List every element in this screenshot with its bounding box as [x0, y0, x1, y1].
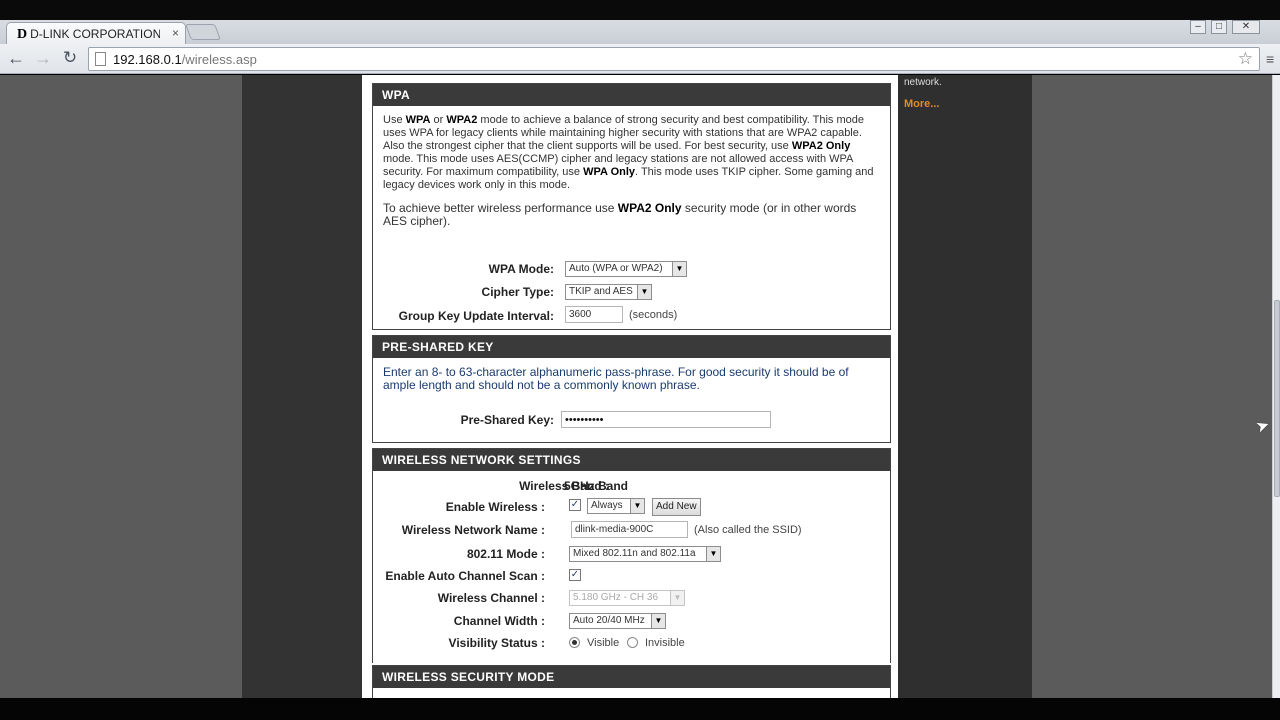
psk-label: Pre-Shared Key:	[460, 413, 554, 427]
wireless-network-settings-section: WIRELESS NETWORK SETTINGS Wireless Band …	[372, 448, 891, 663]
url-host: 192.168.0.1	[113, 52, 182, 67]
page-viewport: network. More... WPA Use WPA or WPA2 mod…	[0, 75, 1272, 698]
invisible-label: Invisible	[645, 637, 685, 649]
browser-toolbar: ← → ↻ 192.168.0.1/wireless.asp ☆ ≡	[0, 44, 1280, 74]
cipher-type-select[interactable]: TKIP and AES ▼	[565, 284, 652, 300]
visibility-status-label: Visibility Status :	[448, 636, 545, 650]
group-key-interval-input[interactable]: 3600	[565, 306, 623, 323]
url-path: /wireless.asp	[181, 52, 257, 67]
wireless-channel-label: Wireless Channel :	[437, 591, 545, 605]
more-link[interactable]: More...	[904, 98, 1032, 110]
hint-fragment: network.	[904, 77, 942, 88]
channel-width-select[interactable]: Auto 20/40 MHz ▼	[569, 613, 666, 629]
back-icon[interactable]: ←	[5, 48, 27, 70]
mode-80211-label: 802.11 Mode :	[466, 547, 545, 561]
psk-input[interactable]: ••••••••••	[561, 411, 771, 428]
channel-width-label: Channel Width :	[453, 614, 545, 628]
invisible-radio[interactable]	[627, 637, 638, 648]
wpa-section-title: WPA	[373, 84, 890, 106]
address-bar[interactable]: 192.168.0.1/wireless.asp ☆	[88, 47, 1260, 71]
forward-icon[interactable]: →	[32, 48, 54, 70]
tab-strip: D D-LINK CORPORATION, I × – □ ✕	[0, 20, 1280, 44]
star-icon[interactable]: ☆	[1238, 49, 1253, 69]
reload-icon[interactable]: ↻	[59, 48, 81, 70]
ssid-label: Wireless Network Name :	[401, 523, 545, 537]
mode-80211-select[interactable]: Mixed 802.11n and 802.11a ▼	[569, 546, 721, 562]
psk-description: Enter an 8- to 63-character alphanumeric…	[373, 358, 890, 392]
tab-close-icon[interactable]: ×	[172, 26, 179, 40]
enable-wireless-label: Enable Wireless :	[445, 500, 545, 514]
chevron-down-icon: ▼	[651, 614, 665, 628]
tab-title: D-LINK CORPORATION, I	[30, 27, 161, 41]
maximize-icon[interactable]: □	[1211, 20, 1227, 34]
chevron-down-icon: ▼	[630, 499, 644, 513]
menu-icon[interactable]: ≡	[1266, 51, 1274, 67]
auto-channel-scan-label: Enable Auto Channel Scan :	[385, 569, 545, 583]
wsm-section-title: WIRELESS SECURITY MODE	[373, 666, 890, 688]
psk-section-title: PRE-SHARED KEY	[373, 336, 890, 358]
wpa-para-1: Use WPA or WPA2 mode to achieve a balanc…	[383, 114, 874, 191]
left-nav-column	[242, 75, 362, 698]
visible-radio[interactable]	[569, 637, 580, 648]
browser-tab[interactable]: D D-LINK CORPORATION, I ×	[6, 22, 186, 44]
wns-section-title: WIRELESS NETWORK SETTINGS	[373, 449, 890, 471]
chevron-down-icon: ▼	[672, 262, 686, 276]
page-scrollbar[interactable]	[1272, 75, 1280, 698]
main-content: WPA Use WPA or WPA2 mode to achieve a ba…	[362, 75, 898, 698]
screen-bottom-border	[0, 698, 1280, 720]
wpa-description: Use WPA or WPA2 mode to achieve a balanc…	[373, 106, 890, 228]
pre-shared-key-section: PRE-SHARED KEY Enter an 8- to 63-charact…	[372, 335, 891, 443]
auto-channel-scan-checkbox[interactable]: ✓	[569, 569, 581, 581]
group-key-interval-label: Group Key Update Interval:	[398, 309, 554, 323]
schedule-select[interactable]: Always ▼	[587, 498, 645, 514]
ssid-input[interactable]: dlink-media-900C	[571, 521, 688, 538]
page-icon	[95, 52, 106, 66]
wireless-band-value: 5GHz Band	[564, 479, 629, 493]
visible-label: Visible	[587, 637, 620, 649]
scrollbar-thumb[interactable]	[1274, 300, 1280, 497]
chevron-down-icon: ▼	[670, 591, 684, 605]
cipher-type-label: Cipher Type:	[481, 285, 554, 299]
wireless-security-mode-section: WIRELESS SECURITY MODE	[372, 665, 891, 698]
seconds-unit: (seconds)	[629, 309, 678, 321]
psk-desc-text: Enter an 8- to 63-character alphanumeric…	[383, 365, 849, 392]
chevron-down-icon: ▼	[706, 547, 720, 561]
close-icon[interactable]: ✕	[1232, 20, 1260, 34]
wpa-mode-select[interactable]: Auto (WPA or WPA2) ▼	[565, 261, 687, 277]
ssid-note: (Also called the SSID)	[694, 524, 802, 536]
new-tab-button[interactable]	[185, 24, 221, 40]
screen-top-border	[0, 0, 1280, 20]
dlink-favicon-icon: D	[17, 27, 28, 42]
minimize-icon[interactable]: –	[1190, 20, 1206, 34]
add-new-button[interactable]: Add New	[652, 498, 701, 516]
wpa-mode-label: WPA Mode:	[488, 262, 554, 276]
helpful-hints-column: network. More...	[898, 75, 1032, 698]
wpa-section: WPA Use WPA or WPA2 mode to achieve a ba…	[372, 83, 891, 330]
wireless-channel-select[interactable]: 5.180 GHz - CH 36 ▼	[569, 590, 685, 606]
wpa-para-2: To achieve better wireless performance u…	[383, 201, 857, 228]
enable-wireless-checkbox[interactable]: ✓	[569, 499, 581, 511]
chevron-down-icon: ▼	[637, 285, 651, 299]
